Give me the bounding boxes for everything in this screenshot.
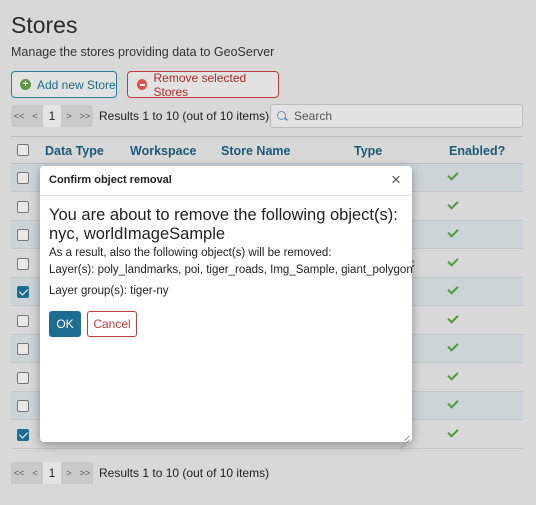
remove-stores-button[interactable]: Remove selected Stores bbox=[127, 70, 279, 99]
dialog-message: You are about to remove the following ob… bbox=[49, 206, 398, 243]
pager-info: Results 1 to 10 (out of 10 items) bbox=[99, 109, 270, 123]
first-page-button[interactable]: << bbox=[11, 111, 27, 121]
table-header: Data Type Workspace Store Name Type Enab… bbox=[11, 136, 523, 164]
row-checkbox[interactable] bbox=[17, 200, 29, 213]
stores-table: Data Type Workspace Store Name Type Enab… bbox=[11, 136, 523, 449]
pager-bottom: << < 1 > >> Results 1 to 10 (out of 10 i… bbox=[11, 462, 269, 484]
row-checkbox[interactable] bbox=[17, 371, 29, 384]
search-icon bbox=[277, 110, 288, 122]
enabled-check-icon bbox=[447, 398, 459, 410]
add-store-button[interactable]: + Add new Store bbox=[11, 71, 117, 98]
enabled-check-icon bbox=[447, 341, 459, 353]
enabled-check-icon bbox=[447, 427, 459, 439]
next-page-button[interactable]: > bbox=[61, 468, 77, 478]
search-input[interactable] bbox=[294, 109, 494, 123]
pager-top: << < 1 > >> Results 1 to 10 (out of 10 i… bbox=[11, 105, 269, 127]
dialog-header: Confirm object removal × bbox=[40, 166, 412, 196]
pager-info: Results 1 to 10 (out of 10 items) bbox=[99, 466, 270, 480]
enabled-check-icon bbox=[447, 227, 459, 239]
cancel-button[interactable]: Cancel bbox=[87, 311, 137, 337]
row-checkbox[interactable] bbox=[17, 229, 29, 241]
dialog-subtext: As a result, also the following object(s… bbox=[49, 247, 332, 259]
enabled-check-icon bbox=[447, 284, 459, 296]
first-page-button[interactable]: << bbox=[11, 468, 27, 478]
close-icon[interactable]: × bbox=[389, 171, 403, 189]
resize-handle-icon[interactable] bbox=[398, 428, 410, 440]
minus-icon bbox=[137, 79, 148, 90]
last-page-button[interactable]: >> bbox=[77, 468, 93, 478]
page-subtitle: Manage the stores providing data to GeoS… bbox=[11, 45, 275, 59]
enabled-check-icon bbox=[447, 199, 459, 211]
enabled-check-icon bbox=[447, 170, 459, 182]
enabled-check-icon bbox=[447, 313, 459, 325]
stores-page: Stores Manage the stores providing data … bbox=[0, 0, 536, 505]
enabled-check-icon bbox=[447, 256, 459, 268]
search-box[interactable] bbox=[270, 104, 523, 128]
header-data-type[interactable]: Data Type bbox=[45, 144, 104, 158]
current-page-button[interactable]: 1 bbox=[43, 105, 61, 127]
select-all-checkbox[interactable] bbox=[17, 144, 29, 156]
row-checkbox[interactable] bbox=[17, 343, 29, 355]
row-checkbox[interactable] bbox=[17, 286, 29, 298]
prev-page-button[interactable]: < bbox=[27, 111, 43, 121]
add-store-label: Add new Store bbox=[37, 77, 116, 92]
row-checkbox[interactable] bbox=[17, 314, 29, 327]
header-workspace[interactable]: Workspace bbox=[130, 144, 196, 158]
row-checkbox[interactable] bbox=[17, 257, 29, 270]
prev-page-button[interactable]: < bbox=[27, 468, 43, 478]
page-title: Stores bbox=[11, 12, 78, 38]
header-store-name[interactable]: Store Name bbox=[221, 144, 290, 158]
current-page-button[interactable]: 1 bbox=[43, 462, 61, 484]
row-checkbox[interactable] bbox=[17, 428, 29, 441]
row-checkbox[interactable] bbox=[17, 400, 29, 412]
dialog-title: Confirm object removal bbox=[49, 174, 172, 186]
row-checkbox[interactable] bbox=[17, 172, 29, 184]
ok-button[interactable]: OK bbox=[49, 311, 81, 337]
header-type[interactable]: Type bbox=[354, 144, 382, 158]
header-enabled[interactable]: Enabled? bbox=[449, 144, 505, 158]
next-page-button[interactable]: > bbox=[61, 111, 77, 121]
plus-icon: + bbox=[20, 79, 31, 90]
remove-stores-label: Remove selected Stores bbox=[153, 70, 247, 99]
confirm-removal-dialog: Confirm object removal × You are about t… bbox=[40, 166, 413, 442]
last-page-button[interactable]: >> bbox=[77, 111, 93, 121]
enabled-check-icon bbox=[447, 370, 459, 382]
dialog-layers: Layer(s): poly_landmarks, poi, tiger_roa… bbox=[49, 264, 413, 276]
dialog-layer-groups: Layer group(s): tiger-ny bbox=[49, 285, 169, 297]
